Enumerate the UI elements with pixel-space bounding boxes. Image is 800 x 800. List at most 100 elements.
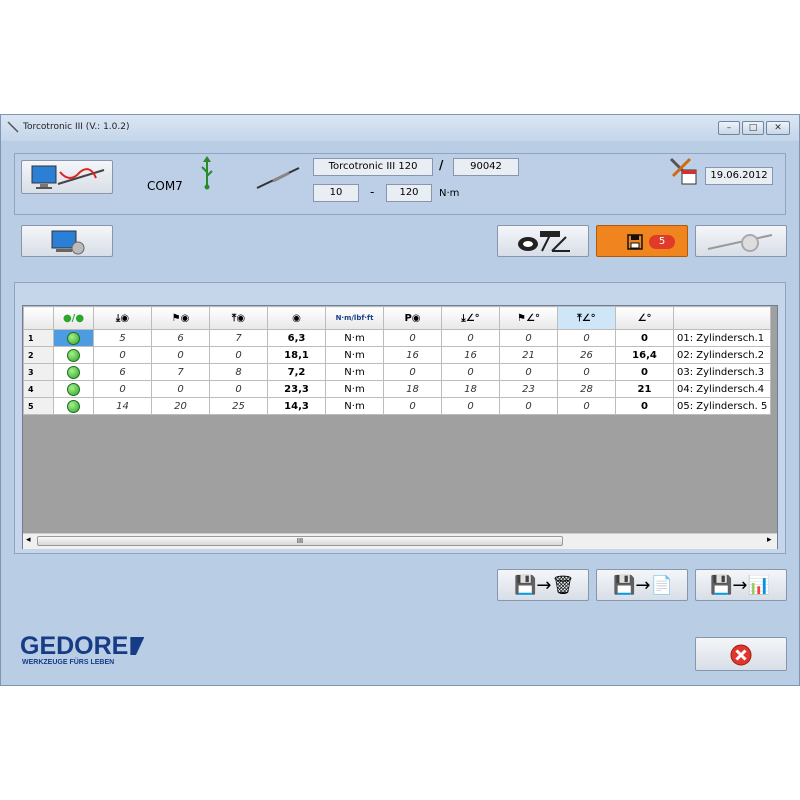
col-header-max-angle[interactable]: ⤒∠° (557, 306, 616, 330)
col-header-status[interactable]: ●/● (53, 306, 94, 330)
table-cell[interactable]: 8 (209, 363, 268, 381)
table-cell[interactable]: 7 (151, 363, 210, 381)
save-export-pdf-button[interactable]: 💾→📄 (596, 569, 688, 601)
computer-settings-button[interactable] (21, 225, 113, 257)
table-cell[interactable]: 0 (383, 329, 442, 347)
table-cell[interactable]: 14,3 (267, 397, 326, 415)
table-row[interactable]: 1 5 6 7 6,3 N·m 0 0 0 0 0 01: Zylindersch.1 (23, 329, 772, 347)
table-row[interactable]: 4 0 0 0 23,3 N·m 18 18 23 28 21 04: Zylindersch.4 (23, 380, 772, 398)
table-cell[interactable]: 0 (209, 380, 268, 398)
status-ok-icon (67, 331, 80, 345)
col-header-target-torque[interactable]: ⚑◉ (151, 306, 210, 330)
scroll-right-arrow[interactable]: ▸ (767, 535, 772, 545)
table-cell[interactable]: 18 (441, 380, 500, 398)
col-header-min-torque[interactable]: ⤓◉ (93, 306, 152, 330)
row-name-cell[interactable]: 03: Zylindersch.3 (672, 363, 772, 381)
table-cell[interactable]: 14 (93, 397, 152, 415)
table-cell[interactable]: 20 (151, 397, 210, 415)
table-cell[interactable]: 0 (557, 329, 616, 347)
row-number[interactable]: 3 (23, 363, 54, 381)
table-cell[interactable]: 0 (441, 397, 500, 415)
table-cell[interactable]: 0 (499, 397, 558, 415)
table-cell[interactable]: 0 (151, 346, 210, 364)
wrench-settings-button[interactable] (695, 225, 787, 257)
table-cell[interactable]: 0 (151, 380, 210, 398)
table-cell[interactable]: 5 (93, 329, 152, 347)
table-cell[interactable]: 6,3 (267, 329, 326, 347)
table-cell[interactable]: 0 (209, 346, 268, 364)
horizontal-scrollbar[interactable]: ◂ III ▸ (23, 533, 777, 549)
row-status-cell[interactable] (53, 363, 94, 381)
connect-device-button[interactable] (21, 160, 113, 194)
row-status-cell[interactable] (53, 329, 94, 347)
exit-button[interactable] (695, 637, 787, 671)
table-cell[interactable]: 0 (441, 363, 500, 381)
row-number[interactable]: 4 (23, 380, 54, 398)
col-header-target-angle[interactable]: ⚑∠° (499, 306, 558, 330)
table-cell[interactable]: 18 (383, 380, 442, 398)
row-name-cell[interactable]: 05: Zylindersch. 5 (672, 397, 772, 415)
minimize-button[interactable]: – (718, 121, 740, 135)
table-cell[interactable]: 26 (557, 346, 616, 364)
table-cell[interactable]: 23,3 (267, 380, 326, 398)
col-header-min-angle[interactable]: ⤓∠° (441, 306, 500, 330)
row-number[interactable]: 1 (23, 329, 54, 347)
table-cell[interactable]: 16 (441, 346, 500, 364)
results-grid[interactable]: ●/● ⤓◉ ⚑◉ ⤒◉ ◉ N·m/lbf·ft P◉ ⤓∠° ⚑∠° ⤒∠°… (22, 305, 778, 549)
table-cell[interactable]: 18,1 (267, 346, 326, 364)
table-cell[interactable]: 0 (383, 363, 442, 381)
saved-data-button[interactable]: 5 (596, 225, 688, 257)
table-cell[interactable]: 28 (557, 380, 616, 398)
table-cell[interactable]: 0 (93, 346, 152, 364)
table-cell[interactable]: 0 (557, 363, 616, 381)
table-cell[interactable]: 23 (499, 380, 558, 398)
table-cell[interactable]: N·m (325, 380, 384, 398)
row-status-cell[interactable] (53, 397, 94, 415)
table-row[interactable]: 3 6 7 8 7,2 N·m 0 0 0 0 0 03: Zylindersch.3 (23, 363, 772, 381)
table-cell[interactable]: N·m (325, 397, 384, 415)
table-cell[interactable]: 16 (383, 346, 442, 364)
row-status-cell[interactable] (53, 380, 94, 398)
table-cell[interactable]: 7 (209, 329, 268, 347)
table-cell[interactable]: 0 (615, 397, 674, 415)
table-cell[interactable]: 6 (93, 363, 152, 381)
table-cell[interactable]: N·m (325, 346, 384, 364)
table-row[interactable]: 2 0 0 0 18,1 N·m 16 16 21 26 16,4 02: Zylindersch.2 (23, 346, 772, 364)
table-cell[interactable]: 6 (151, 329, 210, 347)
table-cell[interactable]: 21 (499, 346, 558, 364)
maximize-button[interactable]: □ (742, 121, 764, 135)
brand-logo: GEDORE (20, 632, 145, 661)
col-header-measured-torque[interactable]: ◉ (267, 306, 326, 330)
table-cell[interactable]: 21 (615, 380, 674, 398)
scrollbar-thumb[interactable]: III (37, 536, 563, 546)
table-cell[interactable]: 0 (441, 329, 500, 347)
table-cell[interactable]: 16,4 (615, 346, 674, 364)
table-cell[interactable]: N·m (325, 329, 384, 347)
table-cell[interactable]: 25 (209, 397, 268, 415)
table-cell[interactable]: 0 (557, 397, 616, 415)
table-cell[interactable]: 0 (615, 329, 674, 347)
close-window-button[interactable]: ✕ (766, 121, 790, 135)
row-name-cell[interactable]: 02: Zylindersch.2 (672, 346, 772, 364)
table-cell[interactable]: N·m (325, 363, 384, 381)
save-delete-button[interactable]: 💾→🗑 (497, 569, 589, 601)
row-name-cell[interactable]: 04: Zylindersch.4 (672, 380, 772, 398)
table-cell[interactable]: 0 (615, 363, 674, 381)
table-row[interactable]: 5 14 20 25 14,3 N·m 0 0 0 0 0 05: Zylindersch. 5 (23, 397, 772, 415)
col-header-max-torque[interactable]: ⤒◉ (209, 306, 268, 330)
table-cell[interactable]: 0 (93, 380, 152, 398)
row-number[interactable]: 2 (23, 346, 54, 364)
save-export-excel-button[interactable]: 💾→📊 (695, 569, 787, 601)
col-header-measured-angle[interactable]: ∠° (615, 306, 674, 330)
table-cell[interactable]: 7,2 (267, 363, 326, 381)
row-status-cell[interactable] (53, 346, 94, 364)
col-header-peak-torque[interactable]: P◉ (383, 306, 442, 330)
table-cell[interactable]: 0 (383, 397, 442, 415)
col-header-unit[interactable]: N·m/lbf·ft (325, 306, 384, 330)
table-cell[interactable]: 0 (499, 363, 558, 381)
angle-measure-button[interactable] (497, 225, 589, 257)
row-number[interactable]: 5 (23, 397, 54, 415)
row-name-cell[interactable]: 01: Zylindersch.1 (672, 329, 772, 347)
table-cell[interactable]: 0 (499, 329, 558, 347)
scroll-left-arrow[interactable]: ◂ (26, 535, 31, 545)
